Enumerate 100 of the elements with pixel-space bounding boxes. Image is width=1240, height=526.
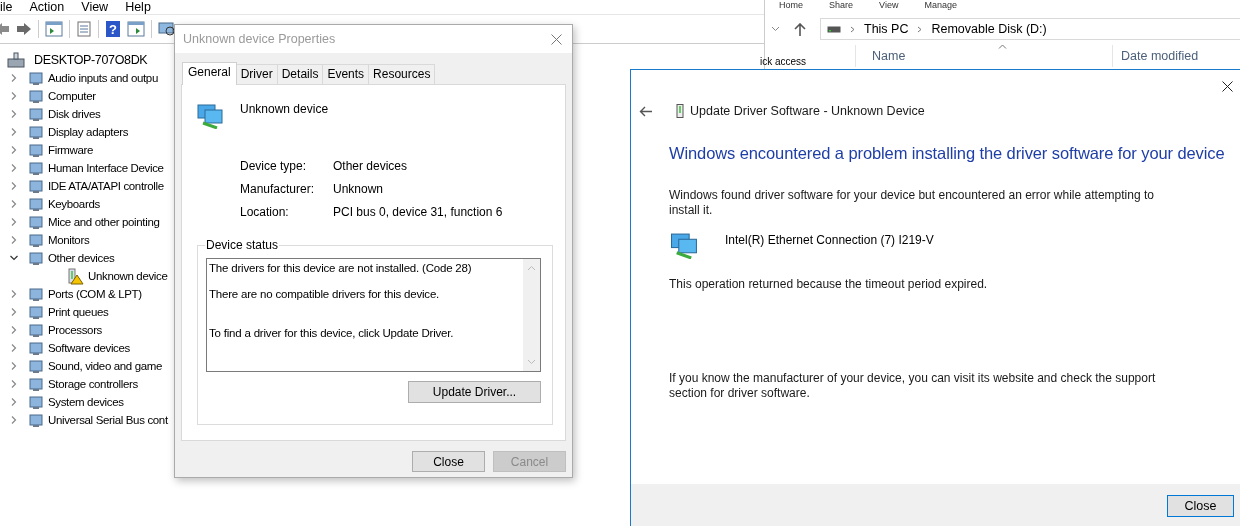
tree-item[interactable]: Universal Serial Bus cont (48, 412, 168, 428)
column-header[interactable]: Date modified (1112, 45, 1240, 67)
menu-item[interactable]: Action (21, 0, 74, 14)
back-arrow-icon[interactable] (639, 105, 652, 117)
device-icon (28, 394, 44, 410)
group-label: Device status (205, 238, 280, 252)
dialog-button[interactable]: Close (412, 451, 485, 472)
tree-item[interactable]: Unknown device (88, 268, 168, 284)
chevron-right-icon[interactable] (10, 326, 18, 334)
device-name: Unknown device (240, 102, 329, 116)
device-icon (28, 88, 44, 104)
tree-item[interactable]: Keyboards (48, 196, 100, 212)
device-name: Intel(R) Ethernet Connection (7) I219-V (725, 232, 934, 247)
chevron-right-icon[interactable] (10, 380, 18, 388)
device-icon (28, 178, 44, 194)
device-icon (28, 376, 44, 392)
device-icon (28, 250, 44, 266)
device-icon (28, 412, 44, 428)
sort-caret-icon (998, 44, 1007, 49)
device-icon (28, 106, 44, 122)
chevron-right-icon[interactable] (10, 290, 18, 298)
chevron-right-icon[interactable] (10, 362, 18, 370)
tab[interactable]: Resources (368, 64, 436, 84)
column-header[interactable]: Name (855, 45, 1112, 67)
device-icon (28, 214, 44, 230)
network-adapter-icon (670, 232, 700, 259)
scrollbar[interactable] (523, 259, 540, 371)
chevron-right-icon[interactable] (10, 74, 18, 82)
console-tree-icon[interactable] (45, 21, 63, 37)
tree-item[interactable]: Software devices (48, 340, 130, 356)
tree-item[interactable]: Mice and other pointing (48, 214, 160, 230)
tree-item[interactable]: Firmware (48, 142, 94, 158)
address-bar[interactable]: This PC Removable Disk (D:) (820, 18, 1240, 40)
navigation-item[interactable]: ick access (760, 57, 855, 67)
dialog-title: Update Driver Software - Unknown Device (690, 104, 925, 118)
up-arrow-icon[interactable] (794, 22, 806, 36)
chevron-right-icon[interactable] (10, 92, 18, 100)
forward-arrow-icon[interactable] (16, 22, 32, 36)
chevron-right-icon[interactable] (10, 218, 18, 226)
tree-item[interactable]: Human Interface Device (48, 160, 164, 176)
scroll-up-icon[interactable] (527, 265, 536, 271)
device-icon (28, 286, 44, 302)
tree-item[interactable]: System devices (48, 394, 124, 410)
tree-item[interactable]: Display adapters (48, 124, 129, 140)
tree-item[interactable]: Monitors (48, 232, 90, 248)
tree-item[interactable]: Processors (48, 322, 103, 338)
chevron-right-icon[interactable] (10, 416, 18, 424)
scroll-down-icon[interactable] (527, 359, 536, 365)
ribbon-tab[interactable]: View (879, 0, 899, 10)
chevron-right-icon[interactable] (917, 25, 923, 33)
properties-icon[interactable] (76, 21, 92, 37)
chevron-right-icon[interactable] (10, 110, 18, 118)
tree-item[interactable]: Computer (48, 88, 96, 104)
device-icon (28, 160, 44, 176)
tree-item[interactable]: Disk drives (48, 106, 101, 122)
tree-item[interactable]: Sound, video and game (48, 358, 163, 374)
breadcrumb-item[interactable]: This PC (864, 22, 909, 36)
tree-item[interactable]: Storage controllers (48, 376, 138, 392)
update-driver-button[interactable]: Update Driver... (408, 381, 541, 403)
close-button[interactable]: Close (1167, 494, 1234, 517)
field-label: Device type: (240, 159, 308, 174)
chevron-right-icon[interactable] (10, 344, 18, 352)
help-icon[interactable]: ? (105, 20, 121, 38)
tree-item[interactable]: Ports (COM & LPT) (48, 286, 142, 302)
scan-monitor-icon[interactable] (158, 21, 176, 37)
tree-item[interactable]: Audio inputs and outpu (48, 70, 158, 86)
breadcrumb-item[interactable]: Removable Disk (D:) (931, 22, 1047, 36)
tree-item[interactable]: IDE ATA/ATAPI controlle (48, 178, 164, 194)
chevron-right-icon[interactable] (850, 25, 855, 33)
chevron-right-icon[interactable] (10, 146, 18, 154)
chevron-right-icon[interactable] (10, 164, 18, 172)
error-message: Windows found driver software for your device but encountered an error while attempting to install it. (669, 188, 1155, 218)
tree-item[interactable]: DESKTOP-707O8DK (34, 52, 148, 68)
status-text-box[interactable]: The drivers for this device are not installed. (Code 28) There are no compatible drivers for this device. To find a driver for this device, click Update Driver. (206, 258, 541, 372)
drive-icon (827, 25, 841, 33)
ribbon-tab[interactable]: Share (829, 0, 854, 10)
chevron-right-icon[interactable] (10, 200, 18, 208)
chevron-right-icon[interactable] (10, 398, 18, 406)
computer-icon (7, 52, 25, 68)
chevron-right-icon[interactable] (10, 236, 18, 244)
help-text: If you know the manufacturer of your device, you can visit its website and check the support section for driver software. (669, 371, 1157, 401)
ribbon-tab[interactable]: Home (779, 0, 803, 10)
tree-item[interactable]: Other devices (48, 250, 115, 266)
device-icon (676, 104, 684, 118)
tree-item[interactable]: Print queues (48, 304, 109, 320)
chevron-right-icon[interactable] (10, 128, 18, 136)
chevron-down-icon[interactable] (771, 26, 780, 32)
chevron-down-icon[interactable] (10, 254, 18, 262)
close-icon[interactable] (1222, 81, 1233, 92)
menu-item[interactable]: Help (117, 0, 160, 14)
ribbon-tab[interactable]: Manage (924, 0, 957, 10)
chevron-right-icon[interactable] (10, 308, 18, 316)
menu-item[interactable]: View (73, 0, 118, 14)
device-icon (28, 340, 44, 356)
menu-item[interactable]: ile (0, 0, 22, 14)
chevron-right-icon[interactable] (10, 182, 18, 190)
device-icon (28, 124, 44, 140)
status-message: The drivers for this device are not installed. (Code 28) (209, 261, 473, 275)
tab[interactable]: General (182, 62, 237, 85)
action-pane-icon[interactable] (127, 21, 145, 37)
